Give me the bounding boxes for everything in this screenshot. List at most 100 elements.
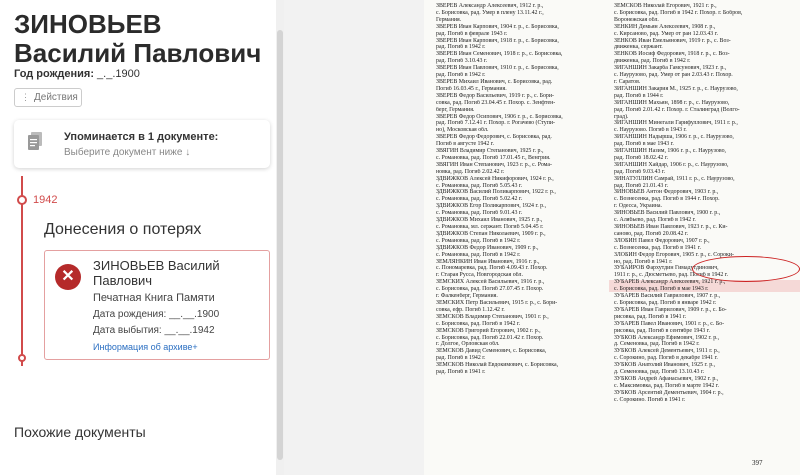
scan-text-line: ЗЕМСКИХ Петр Васильевич, 1915 г. р., с. … <box>436 299 558 306</box>
scan-text-line: ЗЕМЛЯНКИН Иван Иванович, 1916 г. р., <box>436 258 540 265</box>
loss-source: Печатная Книга Памяти <box>93 292 215 304</box>
scan-text-line: град). <box>614 113 629 120</box>
scan-text-line: с. Максимовка, рад. Погиб в марте 1942 г… <box>614 382 719 389</box>
scan-text-line: с. Борисовка, рад. Погиб в мае 1943 г. <box>614 286 709 293</box>
scan-text-line: ЗЕНКОВ Иван Емельянович, 1919 г. р., с. … <box>614 37 731 44</box>
scan-text-line: ЗЕМСКОВ Николай Евдокимович, с. Борисовк… <box>436 362 559 369</box>
scan-text-line: Германия. <box>436 16 462 23</box>
loss-birth-date: Дата рождения: __.__.1900 <box>93 309 219 320</box>
scan-text-line: с. Борисовка, рад. Погиб в 1942 г. <box>436 320 521 327</box>
scan-text-line: рисовка, рад. Погиб в 1941 г. <box>614 313 687 320</box>
scan-text-line: рад. Погиб в 1942 г. <box>436 72 486 79</box>
scan-text-line: ЗДВИЖКОВ Егор Поликарпович, 1924 г. р., <box>436 203 547 210</box>
scan-text-line: Воронежская обл. <box>614 16 659 23</box>
mention-title: Упоминается в 1 документе: <box>64 131 219 143</box>
scan-text-line: но), Московская обл. <box>436 127 489 134</box>
scan-text-line: ЗЕМСКОВ Николай Егорович, 1921 г. р., <box>614 3 717 9</box>
timeline-end-dot <box>18 354 26 362</box>
scan-text-line: рад. Погиб 9.03.43 г. <box>614 168 666 175</box>
scan-text-line: ЗУБКОВ Арсентий Дементьевич, 1904 г. р., <box>614 389 724 396</box>
scrollbar[interactable] <box>276 0 284 475</box>
scan-text-line: ЗДВИЖКОВ Алексей Никифорович, 1924 г. р.… <box>436 175 554 182</box>
page-number: 397 <box>752 459 763 467</box>
scan-text-line: ЗВЕРЕВ Федор Федорович, с. Борисовка, ра… <box>436 134 552 141</box>
mention-subtitle: Выберите документ ниже ↓ <box>64 147 191 158</box>
scan-text-line: берг, Германия. <box>436 106 475 113</box>
similar-documents-title: Похожие документы <box>14 424 146 440</box>
scan-text-line: рад. Погиб 2.01.42 г. Похор. г. Сталингр… <box>614 106 740 113</box>
scan-text-line: с. Алябьево, рад. Погиб в 1942 г. <box>614 217 696 224</box>
scan-text-line: с. Пономаревка, рад. Погиб 4.09.43 г. По… <box>436 265 548 272</box>
scan-text-line: ЗЕМСКИХ Алексей Васильевич, 1916 г. р., <box>436 279 545 286</box>
scan-text-line: г. Долгое, Орловская обл. <box>436 341 500 348</box>
actions-label: Действия <box>34 92 78 103</box>
scan-text-line: с. Наурузово, рад. Умер от ран 2.03.43 г… <box>614 72 733 79</box>
scan-text-line: ЗУБКОВ Анатолий Иванович, 1925 г. р., <box>614 362 716 369</box>
scan-text-line: д. Семеновка, рад. Погиб в 1942 г. <box>614 341 700 348</box>
scan-text-line: с. Романовка, рад. Погиб 9.01.43 г. <box>436 210 523 217</box>
scan-text-line: г. Одесса, Украина. <box>614 203 662 210</box>
scan-text-line: рад. Погиб 7.12.41 г. Похор. г. Рогачево… <box>436 120 556 127</box>
mention-card[interactable]: Упоминается в 1 документе: Выберите доку… <box>14 120 270 168</box>
scan-text-line: рад. Погиб 3.10.43 г. <box>436 58 488 65</box>
scan-text-line: с. Борисовка, рад. Погиб 27.07.45 г. Пох… <box>436 286 544 293</box>
archive-info-link[interactable]: Информация об архиве+ <box>93 342 198 352</box>
actions-button[interactable]: ⋮ Действия <box>14 88 82 107</box>
loss-report-card[interactable]: ✕ ЗИНОВЬЕВ Василий Павлович Печатная Кни… <box>44 250 270 360</box>
scan-text-line: новка, рад. Погиб 2.02.42 г. <box>436 168 505 175</box>
scan-text-line: с. Романовка, рад. Погиб в 1942 г. <box>436 251 521 258</box>
scan-text-line: движенка, сержант. <box>614 44 663 51</box>
loss-death-date: Дата выбытия: __.__.1942 <box>93 325 215 336</box>
scan-text-line: ЗУБКОВ Александр Ефимович, 1902 г. р., <box>614 334 720 341</box>
circled-entry-marker <box>692 256 800 282</box>
loss-person-name: ЗИНОВЬЕВ Василий Павлович <box>93 258 220 288</box>
scan-text-line: ЗИНОВЬЕВ Иван Павлович, 1923 г. р., с. К… <box>614 224 728 230</box>
scan-text-line: ЗУБАРЕВ Василий Гаврилович, 1907 г. р., <box>614 293 721 300</box>
scan-text-line: ЗУБКОВ Алексей Дементьевич, 1911 г. р., <box>614 348 720 355</box>
scan-text-line: рад. Погиб 21.01.43 г. <box>614 182 669 189</box>
scan-text-line: с. Борисовка, рад. Погиб в 1942 г. Похор… <box>614 9 743 16</box>
scan-text-line: ЗДВИЖКОВ Михаил Иванович, 1925 г. р., <box>436 217 543 224</box>
scan-text-line: Погиб 16.03.45 г., Германия. <box>436 85 507 92</box>
scan-text-line: ЗЛОБИН Павел Федорович, 1907 г. р., <box>614 237 710 244</box>
scan-text-line: ЗВЕРЕВ Федор Осипович, 1906 г. р., с. Бо… <box>436 113 563 120</box>
loss-death-value: __.__.1942 <box>164 325 215 336</box>
scan-text-line: с. Борисовка, рад. Погиб 22.01.42 г. Пох… <box>436 334 544 341</box>
scan-text-line: ЗВЕРЕВ Иван Павлович, 1910 г. р., с. Бор… <box>436 65 559 72</box>
scan-text-line: с. Вознесенка, рад. Погиб в 1941 г. <box>614 244 701 251</box>
scrollbar-thumb[interactable] <box>277 30 283 460</box>
scan-text-line: ЗВЕРЕВ Иван Карпович, 1904 г. р., с. Бор… <box>436 23 559 30</box>
scan-text-line: с. Романовка, мл. сержант. Погиб 5.04.45… <box>436 224 544 230</box>
scan-text-line: ЗУБКОВ Андрей Афанасьевич, 1902 г. р., <box>614 375 719 382</box>
scan-text-line: ЗЕНКИН Демьян Алексеевич, 1908 г. р., <box>614 23 716 30</box>
scan-text-line: с. Борисовка, рад. Погиб в январе 1942 г… <box>614 299 717 306</box>
more-vertical-icon: ⋮ <box>21 92 30 102</box>
scan-text-line: рисовка, рад. Погиб в сентябре 1943 г. <box>614 327 710 334</box>
scan-text-line: г. Старая Русса, Новгородская обл. <box>436 272 523 279</box>
scan-text-line: ЗДВИЖКОВ Василий Поликарпович, 1922 г. р… <box>436 189 556 196</box>
scan-text-line: д. Семеновка, рад. Погиб 13.10.43 г. <box>614 369 705 376</box>
scan-text-line: рад. Погиб в 1941 г. <box>436 369 486 376</box>
scan-text-line: рад. Погиб в 1942 г. <box>436 355 486 362</box>
scan-text-line: ЗИНОВЬЕВ Василий Павлович, 1900 г. р., <box>614 210 721 217</box>
scan-text-line: с. Сорокино, рад. Погиб в декабре 1941 г… <box>614 355 718 362</box>
timeline-dot <box>17 195 27 205</box>
scan-text-line: ЗИНАТУЛЛИН Самрай, 1911 г. р., с. Науруз… <box>614 175 735 182</box>
timeline-year: 1942 <box>33 194 58 206</box>
left-panel: ЗИНОВЬЕВ Василий Павлович Год рождения: … <box>0 0 284 475</box>
scan-text-line: рад. Погиб 18.02.42 г. <box>614 154 669 161</box>
scanned-document-page[interactable]: ЗВЕРЕВ Александр Алексеевич, 1912 г. р.,… <box>424 0 800 475</box>
scan-text-line: Погиб в августе 1942 г. <box>436 141 495 148</box>
scan-text-line: с. Борисовка, рад. Умер в плену 13.11.42… <box>436 9 544 16</box>
scan-text-line: с. Романовка, рад. Погиб 5.05.43 г. <box>436 182 523 189</box>
scan-column-right: ЗЕМСКОВ Николай Егорович, 1921 г. р., с. … <box>614 3 792 404</box>
person-card: ЗИНОВЬЕВ Василий Павлович Год рождения: … <box>0 0 276 475</box>
scan-text-line: ЗВЕРЕВ Александр Алексеевич, 1912 г. р., <box>436 3 544 9</box>
scan-text-line: с. Наурузово. Погиб в 1943 г. <box>614 127 687 134</box>
scan-text-line: ЗВЕРЕВ Михаил Иванович, с. Борисовка, ра… <box>436 78 553 85</box>
close-circle-icon: ✕ <box>55 264 81 290</box>
scan-text-line: г. Саратов. <box>614 78 641 85</box>
scan-text-line: ЗВЕРЕВ Федор Васильевич, 1919 г. р., с. … <box>436 92 554 99</box>
birth-value: _._.1900 <box>93 68 140 80</box>
scan-text-line: ЗДВИЖКОВ Степан Николаевич, 1909 г. р., <box>436 230 546 237</box>
